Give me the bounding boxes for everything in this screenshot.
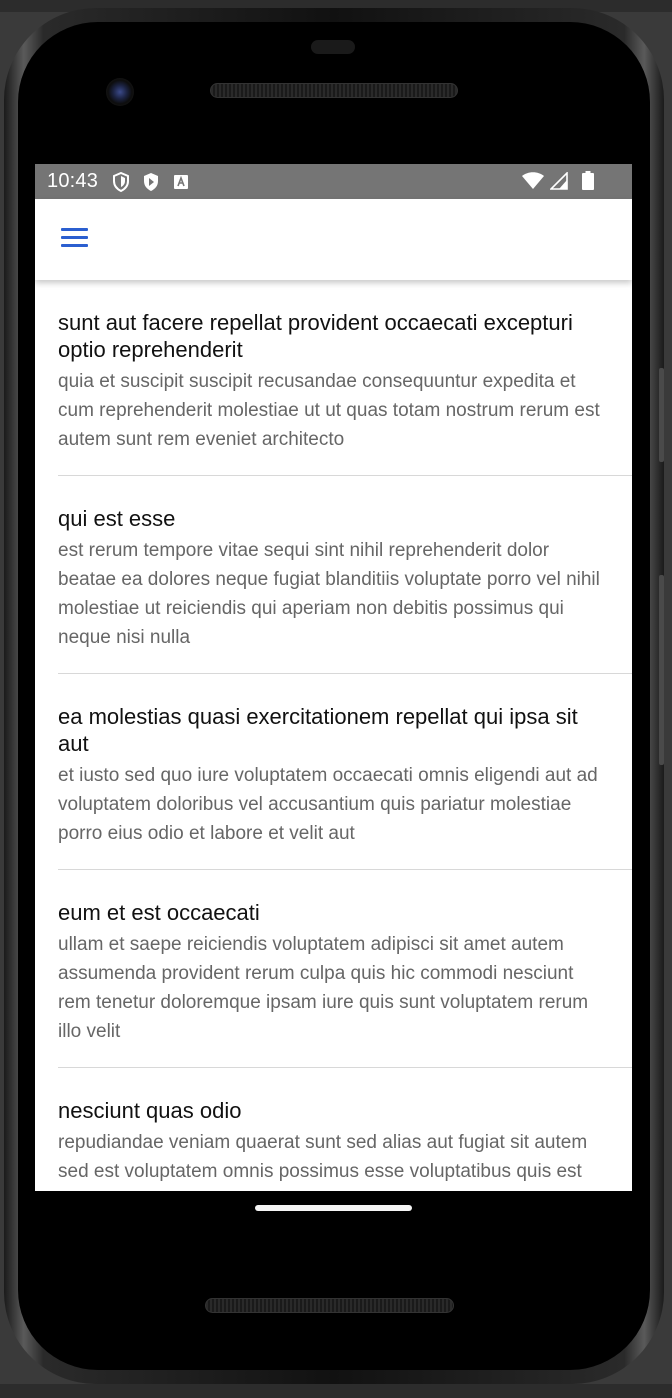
post-body: quia et suscipit suscipit recusandae con… [58,371,600,450]
text-a-icon [172,172,190,192]
post-title: ea molestias quasi exercitationem repell… [58,704,578,756]
power-button [659,368,664,462]
home-gesture-bar[interactable] [255,1205,412,1211]
list-item[interactable]: nesciunt quas odio repudiandae veniam qu… [58,1068,632,1191]
front-camera-icon [106,78,134,106]
bottom-speaker-grill [205,1298,454,1313]
top-speaker-grill [210,83,458,98]
earpiece [311,40,355,54]
post-title: sunt aut facere repellat provident occae… [58,310,573,362]
post-title: nesciunt quas odio [58,1098,242,1123]
post-body: et iusto sed quo iure voluptatem occaeca… [58,765,598,844]
list-item[interactable]: ea molestias quasi exercitationem repell… [58,674,632,870]
device-screen: 10:43 sunt aut facere repellat provident… [35,164,632,1191]
status-bar: 10:43 [35,164,632,199]
post-title: qui est esse [58,506,176,531]
post-body: ullam et saepe reiciendis voluptatem adi… [58,934,589,1042]
status-right-icons [522,170,594,195]
post-list: sunt aut facere repellat provident occae… [35,280,632,1191]
post-title: eum et est occaecati [58,900,260,925]
hamburger-menu-icon[interactable] [61,228,89,250]
list-item[interactable]: sunt aut facere repellat provident occae… [58,280,632,476]
status-time: 10:43 [47,170,99,192]
post-body: est rerum tempore vitae sequi sint nihil… [58,540,600,648]
wifi-icon [522,171,544,195]
play-protect-icon [142,172,160,192]
volume-button [659,575,664,765]
app-bar [35,199,632,280]
cellular-signal-icon [549,170,568,195]
battery-icon [582,171,594,195]
list-item[interactable]: qui est esse est rerum tempore vitae seq… [58,476,632,674]
window-background-bottom [0,1384,672,1398]
shield-icon [112,171,130,192]
list-item[interactable]: eum et est occaecati ullam et saepe reic… [58,870,632,1068]
post-body: repudiandae veniam quaerat sunt sed alia… [58,1132,588,1191]
